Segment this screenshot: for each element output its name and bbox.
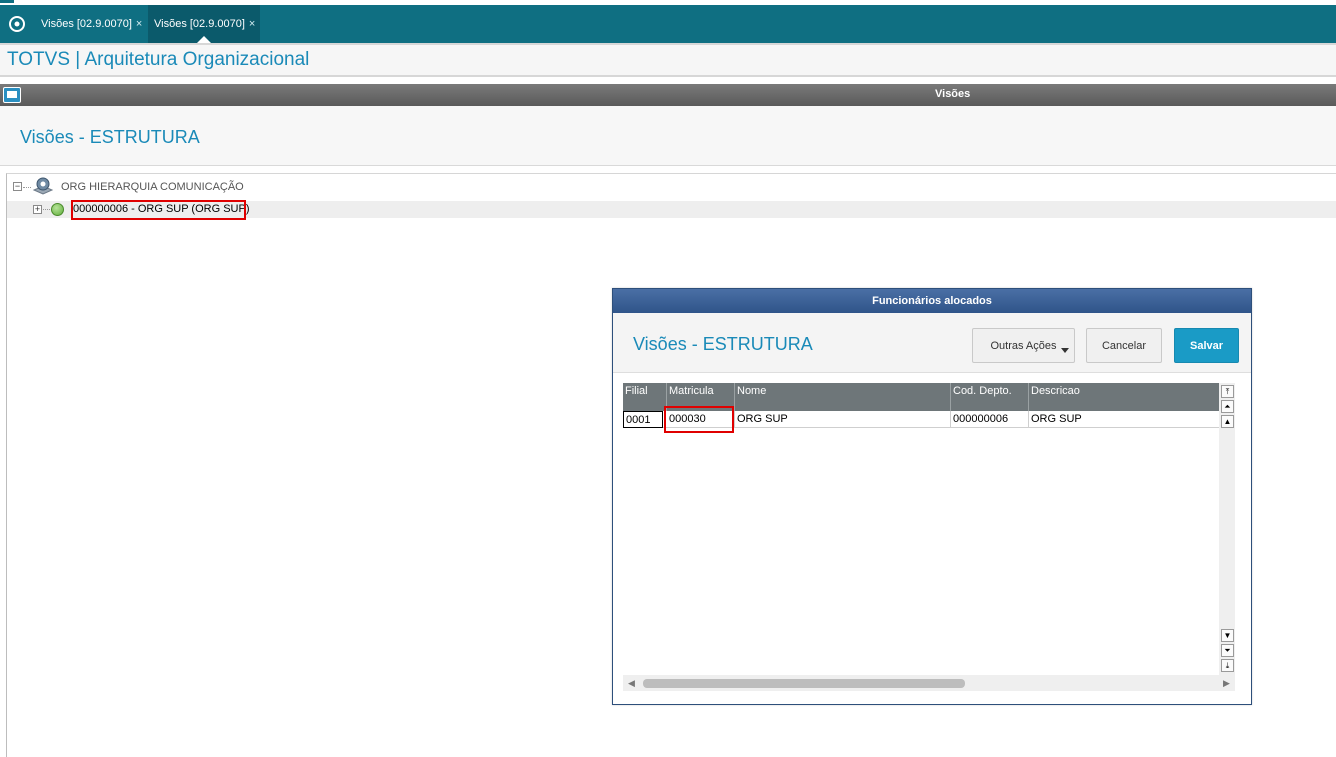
cell-filial[interactable]: 0001 — [623, 411, 663, 428]
status-green-icon — [51, 203, 64, 216]
highlight-box — [71, 200, 246, 220]
save-button[interactable]: Salvar — [1174, 328, 1239, 363]
tab-bar: Visões [02.9.0070] × Visões [02.9.0070] … — [0, 5, 1336, 43]
vertical-scrollbar[interactable]: ⤒ ⏶ ▲ ▼ ⏷ ⤓ — [1219, 383, 1235, 675]
outras-acoes-label: Outras Ações — [990, 339, 1057, 352]
expand-icon[interactable]: + — [33, 205, 42, 214]
cell-cod-depto[interactable]: 000000006 — [951, 411, 1029, 428]
highlight-box — [664, 406, 734, 433]
collapse-icon[interactable]: − — [13, 182, 22, 191]
page-title: Visões - ESTRUTURA — [20, 127, 200, 147]
window-bar: Visões — [0, 84, 1336, 106]
column-header-descricao[interactable]: Descricao — [1029, 383, 1219, 411]
scroll-right-icon[interactable]: ▶ — [1223, 678, 1230, 689]
window-icon[interactable] — [3, 87, 21, 103]
scroll-page-up-icon[interactable]: ⏶ — [1221, 400, 1234, 413]
horizontal-scroll-thumb[interactable] — [643, 679, 965, 688]
horizontal-scrollbar[interactable]: ◀ ▶ — [623, 675, 1235, 691]
dialog-title: Funcionários alocados — [613, 289, 1251, 313]
scroll-left-icon[interactable]: ◀ — [628, 678, 635, 689]
dialog-header: Visões - ESTRUTURA Outras Ações Cancelar… — [613, 313, 1251, 373]
tree-node-label: ORG HIERARQUIA COMUNICAÇÃO — [61, 181, 244, 193]
scroll-bottom-icon[interactable]: ⤓ — [1221, 659, 1234, 672]
cell-nome[interactable]: ORG SUP — [735, 411, 951, 428]
tree-node-root[interactable]: − ORG HIERARQUIA COMUNICAÇÃO — [7, 177, 507, 196]
scroll-top-icon[interactable]: ⤒ — [1221, 385, 1234, 398]
outras-acoes-button[interactable]: Outras Ações — [972, 328, 1075, 363]
dropdown-arrow-icon — [1061, 348, 1069, 353]
active-tab-caret-icon — [197, 36, 211, 43]
dialog-funcionarios-alocados: Funcionários alocados Visões - ESTRUTURA… — [612, 288, 1252, 705]
cell-descricao[interactable]: ORG SUP — [1029, 411, 1219, 428]
refresh-icon — [9, 16, 25, 32]
tree-connector — [23, 187, 31, 188]
app-header: TOTVS | Arquitetura Organizacional — [0, 43, 1336, 77]
home-button[interactable] — [0, 5, 34, 43]
column-header-nome[interactable]: Nome — [735, 383, 951, 411]
cancel-button[interactable]: Cancelar — [1086, 328, 1162, 363]
tab-visoes-1[interactable]: Visões [02.9.0070] × — [35, 5, 147, 43]
top-strip-mark — [0, 0, 14, 3]
tree-connector — [43, 209, 50, 210]
scroll-up-icon[interactable]: ▲ — [1221, 415, 1234, 428]
tab-visoes-2[interactable]: Visões [02.9.0070] × — [148, 5, 260, 43]
close-icon[interactable]: × — [136, 18, 142, 30]
window-title: Visões — [935, 88, 971, 100]
scroll-page-down-icon[interactable]: ⏷ — [1221, 644, 1234, 657]
scroll-down-icon[interactable]: ▼ — [1221, 629, 1234, 642]
dialog-heading: Visões - ESTRUTURA — [633, 334, 813, 354]
page-header: Visões - ESTRUTURA — [0, 106, 1336, 166]
app-title: TOTVS | Arquitetura Organizacional — [7, 49, 310, 70]
tab-label: Visões [02.9.0070] — [41, 18, 132, 30]
tab-label: Visões [02.9.0070] — [154, 18, 245, 30]
column-header-cod-depto[interactable]: Cod. Depto. — [951, 383, 1029, 411]
employees-grid: Filial Matricula Nome Cod. Depto. Descri… — [623, 383, 1235, 693]
org-structure-icon — [32, 177, 54, 195]
column-header-filial[interactable]: Filial — [623, 383, 667, 411]
close-icon[interactable]: × — [249, 18, 255, 30]
